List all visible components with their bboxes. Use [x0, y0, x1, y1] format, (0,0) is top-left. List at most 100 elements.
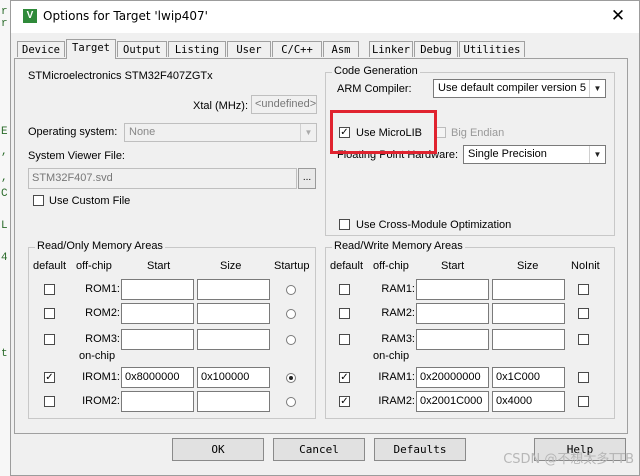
keil-app-icon: V — [23, 9, 37, 23]
noinit-checkbox[interactable] — [578, 396, 589, 407]
fp-hardware-select[interactable]: Single Precision ▼ — [463, 145, 606, 164]
startup-radio[interactable] — [286, 309, 296, 319]
col-startup: Startup — [274, 260, 310, 272]
memory-area-name: ROM3: — [85, 333, 120, 345]
edge-char: 4 — [1, 252, 8, 264]
size-field[interactable] — [492, 303, 565, 324]
readwrite-memory-title: Read/Write Memory Areas — [332, 240, 465, 252]
size-field[interactable]: 0x100000 — [197, 367, 270, 388]
edge-char: , — [1, 146, 8, 158]
col-start: Start — [441, 260, 465, 272]
startup-radio[interactable] — [286, 335, 296, 345]
xtal-label: Xtal (MHz): — [193, 100, 248, 112]
start-address-field[interactable]: 0x8000000 — [121, 367, 194, 388]
cancel-button[interactable]: Cancel — [273, 438, 365, 461]
tab-c-cpp[interactable]: C/C++ — [272, 41, 322, 57]
noinit-checkbox[interactable] — [578, 372, 589, 383]
default-checkbox[interactable] — [339, 308, 350, 319]
size-field[interactable]: 0x1C000 — [492, 367, 565, 388]
col-size: Size — [220, 260, 242, 272]
startup-radio[interactable] — [286, 397, 296, 407]
startup-radio[interactable] — [286, 285, 296, 295]
tab-debug[interactable]: Debug — [414, 41, 458, 57]
col-offchip: off-chip — [76, 260, 112, 272]
memory-area-name: IRAM2: — [378, 395, 415, 407]
size-field[interactable] — [197, 329, 270, 350]
default-checkbox[interactable] — [44, 308, 55, 319]
default-checkbox[interactable] — [44, 396, 55, 407]
noinit-checkbox[interactable] — [578, 308, 589, 319]
start-address-field[interactable] — [121, 329, 194, 350]
defaults-button[interactable]: Defaults — [374, 438, 466, 461]
col-start: Start — [147, 260, 171, 272]
default-checkbox[interactable] — [44, 334, 55, 345]
device-name: STMicroelectronics STM32F407ZGTx — [28, 70, 213, 82]
chevron-down-icon: ▼ — [589, 146, 605, 163]
tab-listing[interactable]: Listing — [168, 41, 226, 57]
default-checkbox[interactable] — [339, 334, 350, 345]
size-field[interactable] — [197, 303, 270, 324]
size-field[interactable] — [197, 279, 270, 300]
tab-utilities[interactable]: Utilities — [459, 41, 525, 57]
onchip-label: on-chip — [79, 350, 116, 362]
default-checkbox[interactable]: ✓ — [44, 372, 55, 383]
noinit-checkbox[interactable] — [578, 334, 589, 345]
edge-char: r — [1, 6, 8, 18]
size-field[interactable]: 0x4000 — [492, 391, 565, 412]
dialog-title: Options for Target 'lwip407' — [43, 9, 208, 23]
noinit-checkbox[interactable] — [578, 284, 589, 295]
col-default: default — [33, 260, 67, 272]
use-custom-file-checkbox[interactable] — [33, 195, 44, 206]
memory-area-name: RAM2: — [381, 307, 415, 319]
title-bar[interactable]: V Options for Target 'lwip407' ✕ — [11, 1, 639, 33]
compiler-select[interactable]: Use default compiler version 5 ▼ — [433, 79, 606, 98]
tab-output[interactable]: Output — [117, 41, 167, 57]
tab-user[interactable]: User — [227, 41, 271, 57]
browse-button[interactable]: ... — [298, 168, 316, 189]
size-field[interactable] — [197, 391, 270, 412]
os-value: None — [129, 126, 156, 138]
start-address-field[interactable] — [121, 303, 194, 324]
fp-hardware-value: Single Precision — [468, 148, 547, 160]
cross-module-checkbox[interactable] — [339, 219, 350, 230]
start-address-field[interactable] — [121, 279, 194, 300]
xtal-field[interactable]: <undefined> — [251, 95, 317, 114]
col-default: default — [330, 260, 364, 272]
close-button[interactable]: ✕ — [607, 5, 629, 27]
memory-area-name: IROM2: — [82, 395, 120, 407]
compiler-value: Use default compiler version 5 — [438, 82, 586, 94]
memory-area-name: IRAM1: — [378, 371, 415, 383]
viewer-file-field[interactable]: STM32F407.svd — [28, 168, 297, 189]
tab-linker[interactable]: Linker — [369, 41, 413, 57]
start-address-field[interactable] — [121, 391, 194, 412]
default-checkbox[interactable] — [339, 284, 350, 295]
tab-device[interactable]: Device — [17, 41, 65, 57]
start-address-field[interactable]: 0x20000000 — [416, 367, 489, 388]
size-field[interactable] — [492, 279, 565, 300]
startup-radio[interactable] — [286, 373, 296, 383]
edge-char: t — [1, 348, 8, 360]
os-select[interactable]: None ▼ — [124, 123, 317, 142]
edge-char: L — [1, 220, 8, 232]
viewer-label: System Viewer File: — [28, 150, 125, 162]
start-address-field[interactable]: 0x2001C000 — [416, 391, 489, 412]
edge-char: , — [1, 172, 8, 184]
edge-char: r — [1, 18, 8, 30]
onchip-label: on-chip — [373, 350, 410, 362]
os-label: Operating system: — [28, 126, 118, 138]
tab-asm[interactable]: Asm — [323, 41, 359, 57]
memory-area-name: ROM2: — [85, 307, 120, 319]
default-checkbox[interactable]: ✓ — [339, 372, 350, 383]
big-endian-label: Big Endian — [451, 127, 505, 139]
edge-char: C — [1, 188, 8, 200]
ok-button[interactable]: OK — [172, 438, 264, 461]
tab-target[interactable]: Target — [66, 39, 116, 59]
start-address-field[interactable] — [416, 329, 489, 350]
default-checkbox[interactable] — [44, 284, 55, 295]
default-checkbox[interactable]: ✓ — [339, 396, 350, 407]
highlight-box — [330, 110, 437, 154]
start-address-field[interactable] — [416, 303, 489, 324]
use-custom-file-label: Use Custom File — [49, 195, 131, 207]
start-address-field[interactable] — [416, 279, 489, 300]
size-field[interactable] — [492, 329, 565, 350]
